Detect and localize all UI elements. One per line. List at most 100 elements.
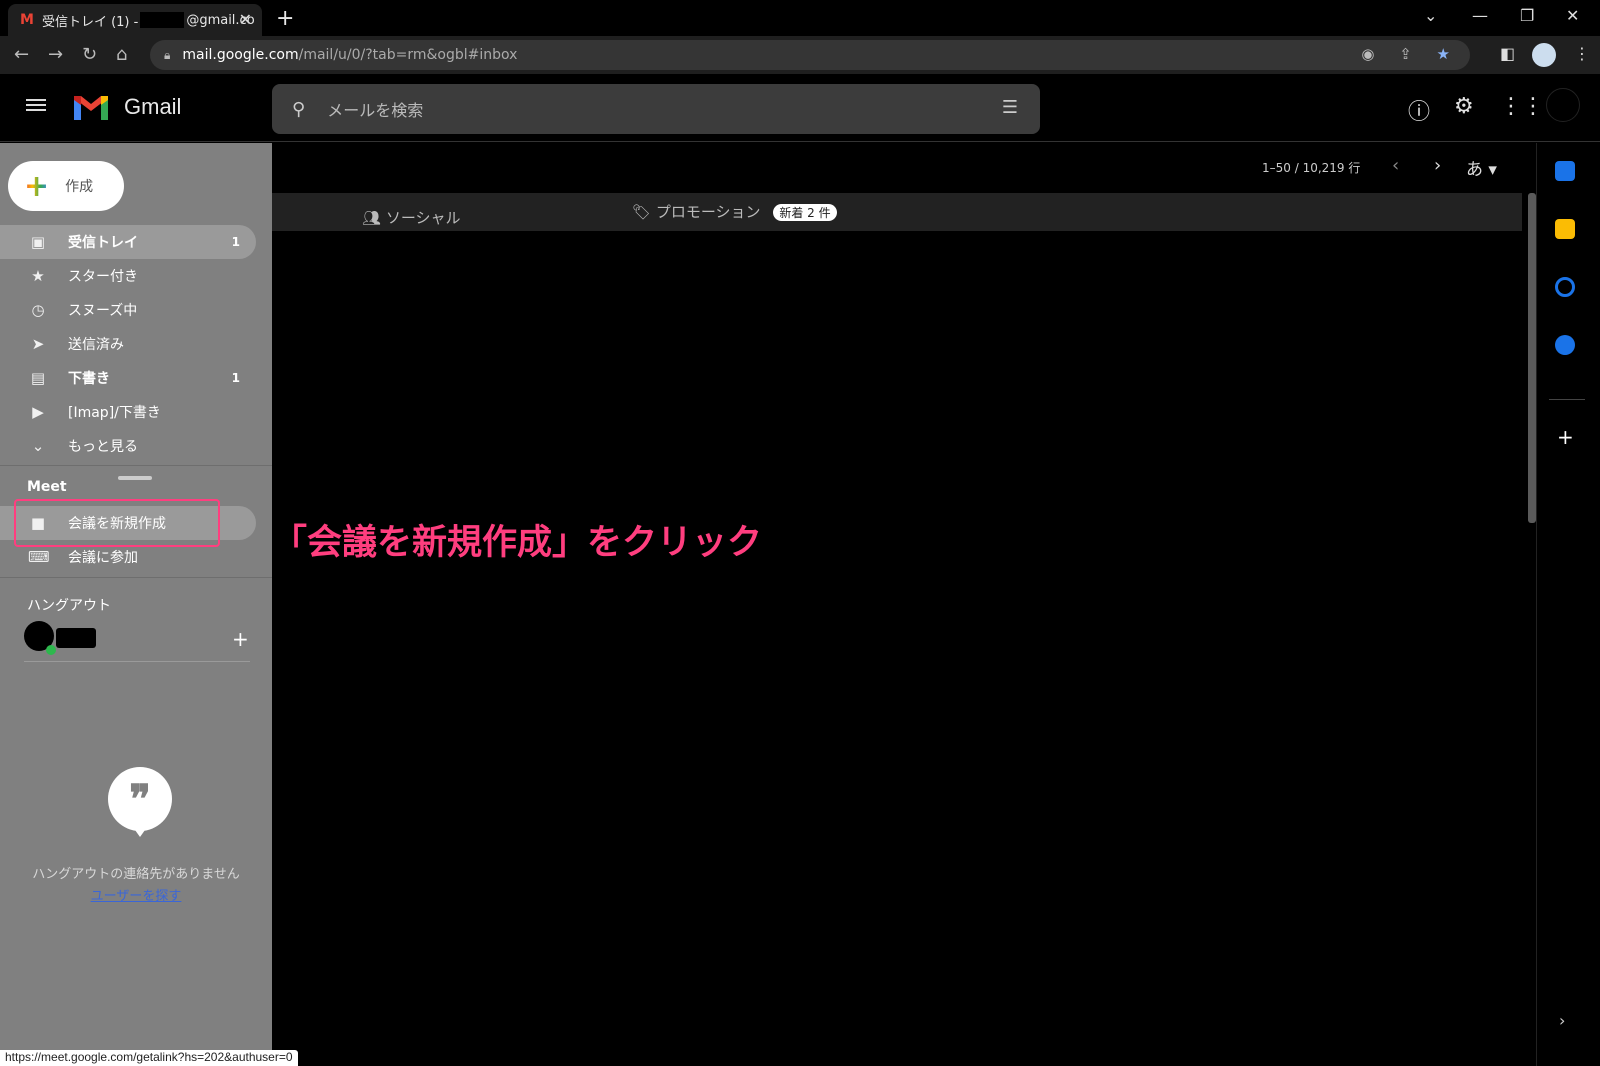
compose-plus-icon: + xyxy=(24,168,50,204)
get-addons-icon[interactable]: + xyxy=(1557,425,1574,449)
keep-icon[interactable] xyxy=(1555,219,1575,239)
input-tools-button[interactable]: あ ▾ xyxy=(1466,155,1497,180)
eye-icon[interactable]: ◉ xyxy=(1361,45,1374,63)
url-path: /mail/u/0/?tab=rm&ogbl#inbox xyxy=(298,47,518,63)
minimize-icon[interactable]: — xyxy=(1472,6,1488,25)
tab-label: ソーシャル xyxy=(385,209,461,227)
main-menu-icon[interactable] xyxy=(26,96,46,116)
add-hangout-icon[interactable]: + xyxy=(232,627,249,651)
tag-icon: 🏷︎ xyxy=(632,203,652,221)
online-status-icon xyxy=(46,645,56,655)
category-tabs: 👥︎ ソーシャル 🏷︎ プロモーション 新着 2 件 xyxy=(272,193,1522,231)
section-divider xyxy=(24,661,250,662)
contacts-icon[interactable] xyxy=(1555,335,1575,355)
address-bar-row: ← → ↻ ⌂ 🔒︎ mail.google.com/mail/u/0/?tab… xyxy=(0,36,1600,74)
hangouts-bubble-tail xyxy=(130,823,150,837)
search-input[interactable]: ⚲ メールを検索 ☰ xyxy=(272,84,1040,134)
gmail-logo-icon xyxy=(74,96,108,120)
mail-list-redacted xyxy=(272,231,1522,1066)
draft-count: 1 xyxy=(231,371,240,385)
resize-handle[interactable] xyxy=(118,476,152,480)
scrollbar[interactable] xyxy=(1528,193,1536,523)
restore-icon[interactable]: ❐ xyxy=(1520,6,1534,25)
no-contacts-text: ハングアウトの連絡先がありません xyxy=(32,867,240,882)
tab-social[interactable]: 👥︎ ソーシャル xyxy=(362,207,461,228)
chevron-down-icon: ⌄ xyxy=(31,437,45,455)
search-placeholder: メールを検索 xyxy=(327,101,424,120)
help-icon[interactable]: ⓘ xyxy=(1408,94,1430,126)
chrome-menu-icon[interactable]: ⋮ xyxy=(1574,44,1590,63)
sidebar-item-snoozed[interactable]: ◷ スヌーズ中 xyxy=(0,293,256,327)
tab-label: プロモーション xyxy=(655,203,761,221)
label-icon: ▶ xyxy=(32,403,44,421)
back-icon[interactable]: ← xyxy=(14,44,29,65)
apps-grid-icon[interactable]: ⋮⋮ xyxy=(1500,94,1544,119)
profile-avatar[interactable] xyxy=(1532,43,1556,67)
sidebar-item-drafts[interactable]: ▤ 下書き 1 xyxy=(0,361,256,395)
share-icon[interactable]: ⇪ xyxy=(1399,45,1412,63)
inbox-icon: ▣ xyxy=(30,233,46,251)
keyboard-icon: ⌨ xyxy=(28,548,50,566)
unread-count: 1 xyxy=(231,235,240,249)
star-icon: ★ xyxy=(31,267,45,285)
calendar-icon[interactable] xyxy=(1555,161,1575,181)
lock-icon: 🔒︎ xyxy=(164,47,171,62)
sidebar: + 作成 ▣ 受信トレイ 1 ★ スター付き ◷ スヌーズ中 ➤ 送信済み ▤ … xyxy=(0,143,272,1066)
tab-close-icon[interactable]: ✕ xyxy=(239,10,252,29)
tab-title-prefix: 受信トレイ (1) - xyxy=(41,14,139,30)
search-options-icon[interactable]: ☰ xyxy=(1002,97,1018,118)
compose-button[interactable]: + 作成 xyxy=(8,161,124,211)
sidebar-item-sent[interactable]: ➤ 送信済み xyxy=(0,327,256,361)
tab-search-icon[interactable]: ⌄ xyxy=(1424,6,1437,25)
draft-icon: ▤ xyxy=(30,369,46,387)
sidebar-item-label: スヌーズ中 xyxy=(68,303,138,319)
account-avatar[interactable] xyxy=(1546,88,1580,122)
reload-icon[interactable]: ↻ xyxy=(82,44,97,65)
forward-icon[interactable]: → xyxy=(48,44,63,65)
input-tool-label: あ xyxy=(1466,160,1483,180)
meet-join-meeting[interactable]: ⌨ 会議に参加 xyxy=(0,540,256,574)
window-close-icon[interactable]: ✕ xyxy=(1566,6,1579,25)
sidebar-item-imap-drafts[interactable]: ▶ [Imap]/下書き xyxy=(0,395,256,429)
mail-toolbar: 1–50 / 10,219 行 ‹ › あ ▾ xyxy=(272,143,1536,193)
meet-title: Meet xyxy=(27,479,67,495)
home-icon[interactable]: ⌂ xyxy=(116,44,127,65)
prev-page-icon[interactable]: ‹ xyxy=(1392,155,1399,176)
settings-gear-icon[interactable]: ⚙ xyxy=(1454,94,1474,119)
meet-item-label: 会議に参加 xyxy=(68,550,138,566)
tab-promotions[interactable]: 🏷︎ プロモーション 新着 2 件 xyxy=(632,201,837,222)
gmail-header: Gmail ⚲ メールを検索 ☰ ⓘ ⚙ ⋮⋮ xyxy=(0,74,1600,142)
hangouts-quote-icon: ❞ xyxy=(108,767,172,831)
sidebar-item-inbox[interactable]: ▣ 受信トレイ 1 xyxy=(0,225,256,259)
bookmark-star-icon[interactable]: ★ xyxy=(1437,45,1450,63)
browser-tab[interactable]: M 受信トレイ (1) - @gmail.co ✕ xyxy=(8,4,262,36)
next-page-icon[interactable]: › xyxy=(1434,155,1441,176)
gmail-favicon-icon: M xyxy=(20,12,34,28)
link-status-bar: https://meet.google.com/getalink?hs=202&… xyxy=(0,1050,298,1066)
panel-divider xyxy=(1549,399,1585,400)
new-count-badge: 新着 2 件 xyxy=(773,204,837,221)
tasks-icon[interactable] xyxy=(1555,277,1575,297)
app-name: Gmail xyxy=(124,94,182,119)
expand-panel-icon[interactable]: › xyxy=(1559,1011,1565,1030)
section-divider xyxy=(0,465,272,466)
main-content: 1–50 / 10,219 行 ‹ › あ ▾ 👥︎ ソーシャル 🏷︎ プロモー… xyxy=(272,143,1536,1066)
search-icon[interactable]: ⚲ xyxy=(292,99,305,120)
sidebar-item-starred[interactable]: ★ スター付き xyxy=(0,259,256,293)
sidebar-item-label: もっと見る xyxy=(68,439,138,455)
url-input[interactable]: 🔒︎ mail.google.com/mail/u/0/?tab=rm&ogbl… xyxy=(150,40,1470,70)
sidebar-item-label: 下書き xyxy=(68,371,110,387)
side-panel-icon[interactable]: ◧ xyxy=(1500,44,1515,63)
section-divider xyxy=(0,577,272,578)
clock-icon: ◷ xyxy=(31,301,45,319)
pagination-text: 1–50 / 10,219 行 xyxy=(1262,161,1361,175)
send-icon: ➤ xyxy=(31,335,45,353)
sidebar-item-label: 受信トレイ xyxy=(68,235,138,251)
sidebar-item-more[interactable]: ⌄ もっと見る xyxy=(0,429,256,463)
find-users-link[interactable]: ユーザーを探す xyxy=(0,885,272,904)
browser-tab-bar: M 受信トレイ (1) - @gmail.co ✕ + ⌄ — ❐ ✕ xyxy=(0,0,1600,36)
new-tab-button[interactable]: + xyxy=(276,6,294,31)
redacted-name xyxy=(56,628,96,648)
sidebar-item-label: 送信済み xyxy=(68,337,124,353)
side-panel: + › xyxy=(1536,143,1600,1066)
